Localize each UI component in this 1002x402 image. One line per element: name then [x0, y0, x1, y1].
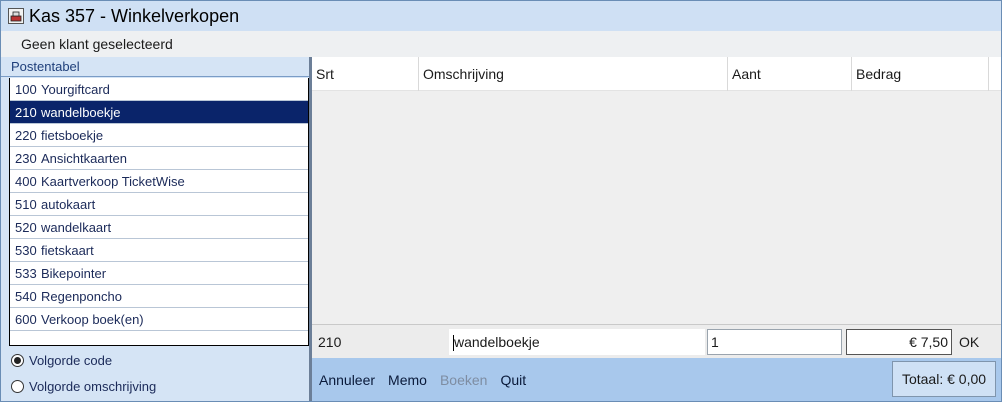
postentabel-item[interactable]: 510 autokaart	[10, 193, 308, 216]
amount-field[interactable]: € 7,50	[846, 329, 952, 355]
item-code: 520	[15, 219, 37, 235]
sales-panel: Srt Omschrijving Aant Bedrag 210 wandelb…	[312, 57, 1001, 401]
item-code: 400	[15, 173, 37, 189]
column-srt[interactable]: Srt	[312, 57, 419, 91]
radio-button[interactable]	[11, 353, 24, 367]
item-label: fietskaart	[41, 242, 94, 258]
item-code: 600	[15, 311, 37, 327]
item-label: Ansichtkaarten	[41, 150, 127, 166]
item-code: 510	[15, 196, 37, 212]
item-label: fietsboekje	[41, 127, 104, 143]
window-title: Kas 357 - Winkelverkopen	[29, 5, 240, 26]
postentabel-item[interactable]: 530 fietskaart	[10, 239, 308, 262]
item-code: 230	[15, 150, 37, 166]
app-window: Kas 357 - Winkelverkopen Geen klant gese…	[0, 0, 1002, 402]
memo-button[interactable]: Memo	[388, 372, 427, 388]
item-label: Kaartverkoop TicketWise	[41, 173, 185, 189]
item-label: Yourgiftcard	[41, 81, 110, 97]
radio-button[interactable]	[11, 379, 24, 393]
sales-grid-body[interactable]	[312, 91, 1001, 324]
description-value: wandelboekje	[454, 334, 540, 350]
grid-header: Srt Omschrijving Aant Bedrag	[312, 57, 1001, 91]
total-display: Totaal: € 0,00	[892, 361, 996, 397]
column-bedrag[interactable]: Bedrag	[852, 57, 989, 91]
entry-code: 210	[318, 334, 342, 350]
title-bar: Kas 357 - Winkelverkopen	[1, 1, 1001, 31]
postentabel-item[interactable]: 220 fietsboekje	[10, 124, 308, 147]
sort-option-label: Volgorde omschrijving	[29, 378, 157, 394]
column-omschrijving[interactable]: Omschrijving	[419, 57, 728, 91]
annuleer-button[interactable]: Annuleer	[319, 372, 375, 388]
postentabel-item[interactable]: 210 wandelboekje	[10, 101, 308, 124]
sort-option[interactable]: Volgorde code	[11, 347, 309, 373]
postentabel-item[interactable]: 230 Ansichtkaarten	[10, 147, 308, 170]
postentabel-item[interactable]: 533 Bikepointer	[10, 262, 308, 285]
postentabel-item[interactable]: 400 Kaartverkoop TicketWise	[10, 170, 308, 193]
item-label: Verkoop boek(en)	[41, 311, 144, 327]
sort-options: Volgorde code Volgorde omschrijving	[11, 347, 309, 399]
item-code: 210	[15, 104, 37, 120]
entry-bar: 210 wandelboekje 1 € 7,50 OK	[312, 324, 1001, 358]
item-label: Regenponcho	[41, 288, 122, 304]
customer-status: Geen klant geselecteerd	[1, 31, 1001, 57]
item-label: wandelboekje	[41, 104, 121, 120]
cash-register-icon	[8, 8, 24, 24]
postentabel-list[interactable]: 100 Yourgiftcard 210 wandelboekje 220 fietsbo…	[9, 78, 309, 346]
postentabel-item[interactable]: 520 wandelkaart	[10, 216, 308, 239]
item-code: 540	[15, 288, 37, 304]
quit-button[interactable]: Quit	[500, 372, 526, 388]
item-label: autokaart	[41, 196, 96, 212]
postentabel-item[interactable]: 100 Yourgiftcard	[10, 78, 308, 101]
description-field[interactable]: wandelboekje	[449, 329, 705, 355]
item-code: 100	[15, 81, 37, 97]
ok-button[interactable]: OK	[959, 325, 979, 359]
postentabel-item[interactable]: 600 Verkoop boek(en)	[10, 308, 308, 331]
item-label: wandelkaart	[41, 219, 112, 235]
item-code: 220	[15, 127, 37, 143]
boeken-button: Boeken	[439, 371, 488, 388]
postentabel-item[interactable]: 540 Regenponcho	[10, 285, 308, 308]
column-aant[interactable]: Aant	[728, 57, 852, 91]
sort-option[interactable]: Volgorde omschrijving	[11, 373, 309, 399]
postentabel-panel: Postentabel 100 Yourgiftcard 210 wandelboek…	[1, 57, 309, 401]
item-code: 533	[15, 265, 37, 281]
action-bar: Annuleer Memo Boeken Quit Totaal: € 0,00	[312, 358, 1001, 401]
customer-status-text: Geen klant geselecteerd	[21, 36, 173, 52]
item-label: Bikepointer	[41, 265, 107, 281]
item-code: 530	[15, 242, 37, 258]
quantity-field[interactable]: 1	[707, 329, 842, 355]
postentabel-header: Postentabel	[1, 57, 309, 77]
sort-option-label: Volgorde code	[29, 352, 113, 368]
